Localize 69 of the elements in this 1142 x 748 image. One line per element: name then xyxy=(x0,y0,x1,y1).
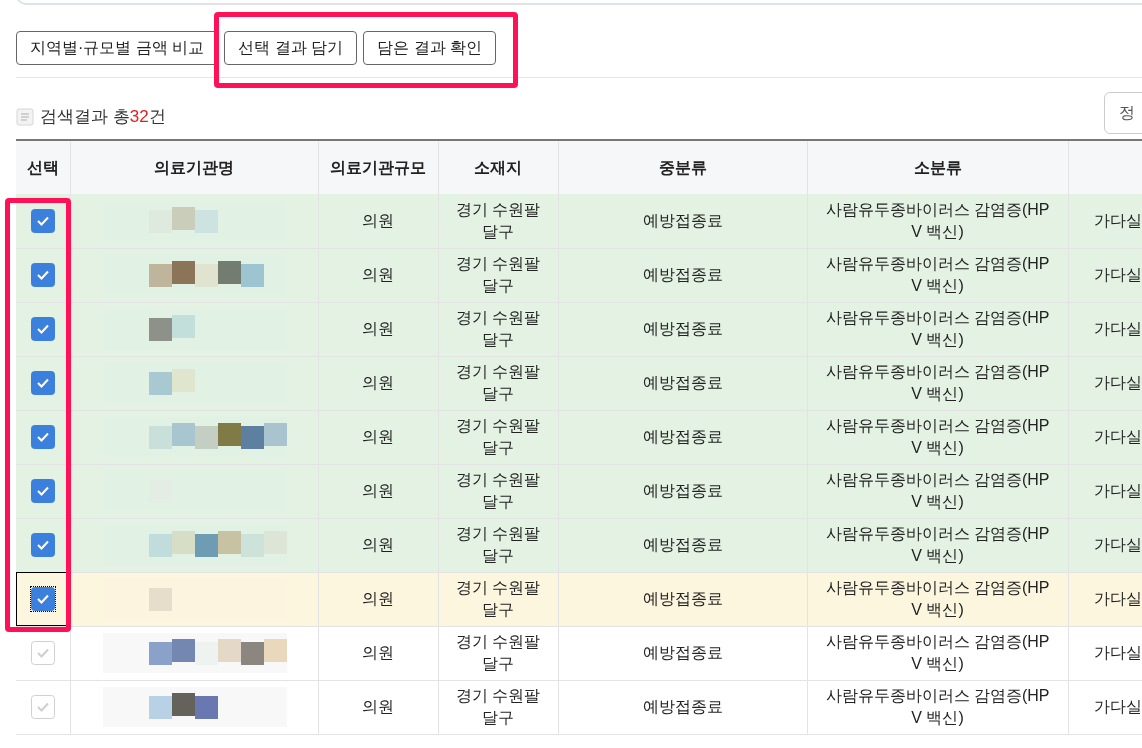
table-cell-text: 사람유두종바이러스 감염증(HPV 백신) xyxy=(824,254,1051,296)
column-header: 중분류 xyxy=(658,158,707,176)
table-cell: 예방접종료 xyxy=(642,320,723,337)
table-cell: 예방접종료 xyxy=(642,482,723,499)
toolbar-button[interactable]: 담은 결과 확인 xyxy=(363,31,496,65)
table-cell-text: 사람유두종바이러스 감염증(HPV 백신) xyxy=(824,308,1051,350)
list-icon xyxy=(16,108,34,126)
table-cell: 가다실 xyxy=(1094,266,1142,283)
table-cell: 예방접종료 xyxy=(642,428,723,445)
table-cell: 예방접종료 xyxy=(642,536,723,553)
table-cell: 가다실 xyxy=(1094,428,1142,445)
table-cell: 가다실 xyxy=(1094,482,1142,499)
table-cell: 예방접종료 xyxy=(642,266,723,283)
table-cell-text: 사람유두종바이러스 감염증(HPV 백신) xyxy=(824,632,1051,674)
table-cell: 예방접종료 xyxy=(642,698,723,715)
table-cell-text: 사람유두종바이러스 감염증(HPV 백신) xyxy=(824,686,1051,728)
table-cell: 경기 수원팔달구 xyxy=(455,579,541,618)
table-cell: 의원 xyxy=(362,698,394,715)
table-cell: 가다실 xyxy=(1094,374,1142,391)
table-cell: 의원 xyxy=(362,266,394,283)
table-cell: 경기 수원팔달구 xyxy=(455,309,541,348)
toolbar-button[interactable]: 선택 결과 담기 xyxy=(224,31,358,65)
row-checkbox[interactable] xyxy=(30,209,55,234)
table-cell: 가다실 xyxy=(1094,698,1142,715)
table-cell: 경기 수원팔달구 xyxy=(455,200,541,240)
table-cell: 가다실 xyxy=(1094,211,1142,229)
result-count: 검색결과 총32건 xyxy=(40,106,166,129)
row-checkbox[interactable] xyxy=(30,533,55,558)
table-cell: 가다실 xyxy=(1094,590,1142,607)
row-checkbox[interactable] xyxy=(30,425,55,450)
table-cell: 가다실 xyxy=(1094,320,1142,337)
table-cell: 예방접종료 xyxy=(642,644,723,661)
column-header: 선택 xyxy=(26,158,59,176)
table-cell: 의원 xyxy=(362,590,394,607)
table-cell: 의원 xyxy=(362,320,394,337)
row-checkbox[interactable] xyxy=(30,587,55,612)
table-cell: 예방접종료 xyxy=(642,590,723,607)
table-cell: 경기 수원팔달구 xyxy=(455,417,541,456)
table-cell: 의원 xyxy=(362,374,394,391)
column-header: 소분류 xyxy=(913,158,962,176)
table-cell: 의원 xyxy=(362,428,394,445)
table-cell-text: 사람유두종바이러스 감염증(HPV 백신) xyxy=(824,199,1051,242)
table-cell: 의원 xyxy=(362,211,394,229)
table-cell: 예방접종료 xyxy=(642,211,723,229)
row-checkbox[interactable] xyxy=(30,263,55,288)
table-cell-text: 사람유두종바이러스 감염증(HPV 백신) xyxy=(824,524,1051,566)
table-cell: 예방접종료 xyxy=(642,374,723,391)
table-cell: 경기 수원팔달구 xyxy=(455,687,541,726)
table-cell: 경기 수원팔달구 xyxy=(455,525,541,564)
table-cell-text: 사람유두종바이러스 감염증(HPV 백신) xyxy=(824,416,1051,458)
table-cell: 의원 xyxy=(362,536,394,553)
column-header: 소재지 xyxy=(474,158,522,176)
row-checkbox[interactable] xyxy=(30,317,55,342)
table-cell-text: 사람유두종바이러스 감염증(HPV 백신) xyxy=(824,362,1051,404)
table-cell: 의원 xyxy=(362,482,394,499)
column-header: 의료기관규모 xyxy=(330,158,426,176)
table-cell: 경기 수원팔달구 xyxy=(455,363,541,402)
row-checkbox[interactable] xyxy=(30,371,55,396)
table-cell: 경기 수원팔달구 xyxy=(455,255,541,294)
table-cell-text: 사람유두종바이러스 감염증(HPV 백신) xyxy=(824,578,1051,620)
column-header: 의료기관명 xyxy=(154,158,234,176)
sort-button[interactable]: 정 xyxy=(1104,92,1142,134)
table-cell: 가다실 xyxy=(1094,536,1142,553)
table-cell-text: 사람유두종바이러스 감염증(HPV 백신) xyxy=(824,470,1051,512)
row-checkbox[interactable] xyxy=(30,479,55,504)
table-cell: 경기 수원팔달구 xyxy=(455,633,541,672)
table-cell: 가다실 xyxy=(1094,644,1142,661)
table-cell: 의원 xyxy=(362,644,394,661)
table-cell: 경기 수원팔달구 xyxy=(455,471,541,510)
